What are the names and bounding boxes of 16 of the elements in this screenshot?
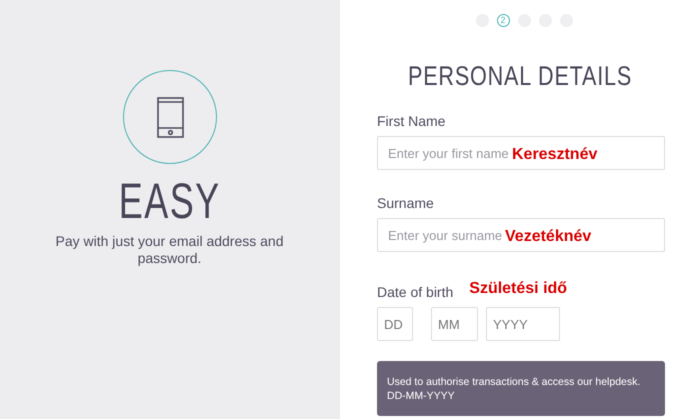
field-label: First Name <box>377 113 446 130</box>
promo-text: Pay with just your email address and password. <box>54 233 284 267</box>
phone-icon <box>156 96 184 138</box>
page-heading: PERSONAL DETAILS <box>408 61 632 91</box>
input-field[interactable]: DD <box>377 307 413 341</box>
info-text: Used to authorise transactions & access our helpdesk. <box>387 375 642 389</box>
promo-title: EASY <box>119 176 221 226</box>
input-field[interactable]: MM <box>431 307 478 341</box>
field-label: Surname <box>377 195 435 212</box>
info-text: DD-MM-YYYY <box>387 389 456 403</box>
annotation: Születési idő <box>469 279 568 299</box>
field-label: Date of birth <box>377 284 454 301</box>
annotation: Vezetéknév <box>505 227 592 247</box>
step-dot[interactable]: 2 <box>496 14 510 27</box>
annotation: Keresztnév <box>512 145 598 165</box>
input-field[interactable]: YYYY <box>486 307 560 341</box>
